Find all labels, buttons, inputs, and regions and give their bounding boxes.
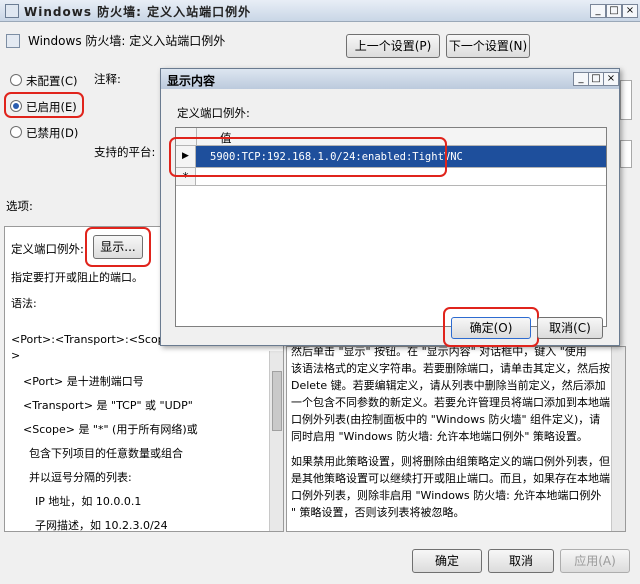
comment-field[interactable] <box>620 80 632 120</box>
help-panel: 然后单击 "显示" 按钮。在 "显示内容" 对话框中，键入 "使用 该语法格式的… <box>286 346 626 532</box>
help-line: 口例外列表，则除非启用 "Windows 防火墙: 允许本地端口例外 <box>291 489 602 502</box>
help-line: 该语法格式的定义字符串。若要删除端口，请单击其定义，然后按 <box>291 362 610 375</box>
help-line: 口例外列表(由控制面板中的 "Windows 防火墙" 组件定义)，请 <box>291 413 601 426</box>
highlight-show-button <box>85 227 151 267</box>
options-line: 包含下列项目的任意数量或组合 <box>29 447 183 460</box>
prev-setting-button[interactable]: 上一个设置(P) <box>346 34 440 58</box>
options-line: 指定要打开或阻止的端口。 <box>11 271 143 284</box>
cancel-button[interactable]: 取消 <box>488 549 554 573</box>
help-scrollbar[interactable] <box>611 347 625 531</box>
show-contents-dialog: 显示内容 _ □ × 定义端口例外: 值 ▶ 5900:TCP:192.168.… <box>160 68 620 347</box>
close-icon[interactable]: × <box>622 4 638 18</box>
dialog-cancel-button[interactable]: 取消(C) <box>537 317 603 339</box>
highlight-exception-row <box>169 137 447 177</box>
options-scroll-thumb[interactable] <box>272 371 282 431</box>
help-line: 然后单击 "显示" 按钮。在 "显示内容" 对话框中，键入 "使用 <box>291 346 587 358</box>
help-line: 同时启用 "Windows 防火墙: 允许本地端口例外" 策略设置。 <box>291 430 588 443</box>
next-setting-button[interactable]: 下一个设置(N) <box>446 34 530 58</box>
options-line: <Port> 是十进制端口号 <box>23 375 144 388</box>
comment-label: 注释: <box>94 72 121 86</box>
dialog-close-icon[interactable]: × <box>603 72 619 86</box>
radio-disabled-label: 已禁用(D) <box>26 126 79 140</box>
radio-not-configured[interactable] <box>10 74 22 86</box>
options-line: <Port>:<Transport>:<Scope <box>11 333 172 346</box>
options-line: <Transport> 是 "TCP" 或 "UDP" <box>23 399 193 412</box>
apply-button[interactable]: 应用(A) <box>560 549 630 573</box>
platform-label: 支持的平台: <box>94 145 156 159</box>
exceptions-label: 定义端口例外: <box>11 242 84 256</box>
minimize-icon[interactable]: _ <box>590 4 606 18</box>
options-line: 子网描述，如 10.2.3.0/24 <box>35 519 168 532</box>
options-line: 并以逗号分隔的列表: <box>29 471 132 484</box>
options-line: 语法: <box>11 297 37 310</box>
highlight-dialog-ok <box>443 307 539 347</box>
options-line: IP 地址，如 10.0.0.1 <box>35 495 142 508</box>
help-line: 一个包含不同参数的新定义。若要允许管理员将端口添加到本地端 <box>291 396 610 409</box>
options-scrollbar[interactable] <box>269 351 283 531</box>
dialog-title-bar: 显示内容 _ □ × <box>161 69 619 89</box>
help-line: 如果禁用此策略设置，则将删除由组策略定义的端口例外列表，但 <box>291 455 610 468</box>
highlight-enabled <box>4 92 84 118</box>
dialog-maximize-icon[interactable]: □ <box>588 72 604 86</box>
dialog-title: 显示内容 <box>167 74 216 88</box>
policy-title: Windows 防火墙: 定义入站端口例外 <box>28 34 226 48</box>
dialog-minimize-icon[interactable]: _ <box>573 72 589 86</box>
radio-disabled[interactable] <box>10 126 22 138</box>
help-line: " 策略设置，否则该列表将被忽略。 <box>291 506 465 519</box>
window-title-bar: Windows 防火墙: 定义入站端口例外 _ □ × <box>0 0 640 22</box>
options-line: > <box>11 349 21 362</box>
radio-not-configured-label: 未配置(C) <box>26 74 78 88</box>
window-title: Windows 防火墙: 定义入站端口例外 <box>24 5 252 19</box>
options-label: 选项: <box>6 199 33 213</box>
help-line: Delete 键。若要编辑定义，请从列表中删除当前定义，然后添加 <box>291 379 606 392</box>
policy-icon <box>6 34 20 48</box>
platform-field <box>620 140 632 168</box>
help-line: 是其他策略设置可以继续打开或阻止端口。而且，如果存在本地端 <box>291 472 610 485</box>
options-line: <Scope> 是 "*" (用于所有网络)或 <box>23 423 198 436</box>
ok-button[interactable]: 确定 <box>412 549 482 573</box>
dialog-list-label: 定义端口例外: <box>177 106 250 120</box>
maximize-icon[interactable]: □ <box>606 4 622 18</box>
app-icon <box>5 4 19 18</box>
